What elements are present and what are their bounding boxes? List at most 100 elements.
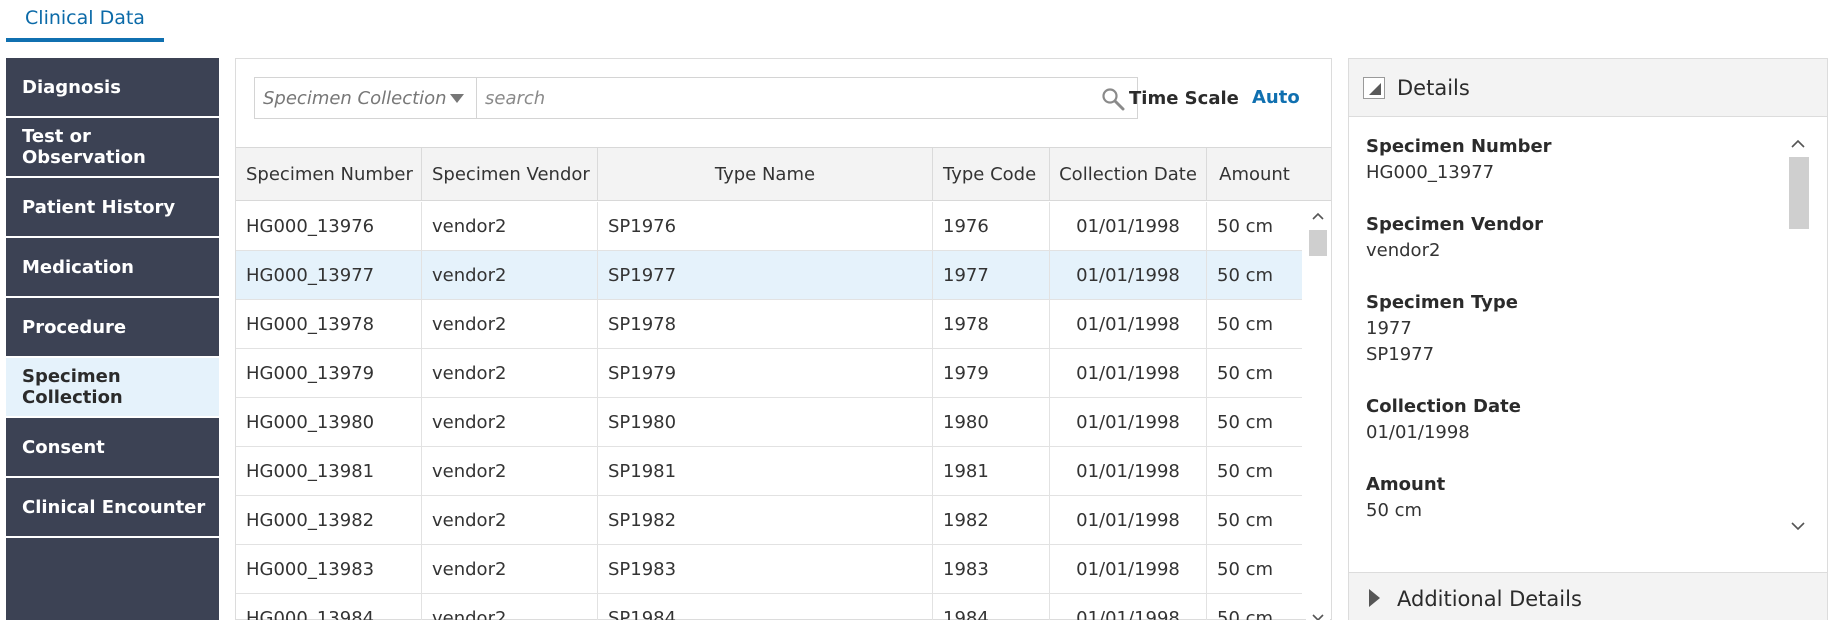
table-header: Specimen Number Specimen Vendor Type Nam…: [236, 148, 1331, 201]
cell-collection-date: 01/01/1998: [1050, 447, 1207, 495]
cell-collection-date: 01/01/1998: [1050, 251, 1207, 299]
detail-amount: Amount 50 cm: [1366, 472, 1445, 524]
sidebar-item-consent[interactable]: Consent: [6, 418, 219, 478]
detail-value: 1977: [1366, 318, 1412, 339]
cell-collection-date: 01/01/1998: [1050, 545, 1207, 593]
sidebar-item-procedure[interactable]: Procedure: [6, 298, 219, 358]
cell-type-name: SP1984: [598, 594, 933, 620]
cell-collection-date: 01/01/1998: [1050, 398, 1207, 446]
cell-type-name: SP1983: [598, 545, 933, 593]
details-scrollbar[interactable]: [1786, 131, 1810, 541]
time-scale-auto-link[interactable]: Auto: [1252, 87, 1300, 108]
table-row[interactable]: HG000_13981 vendor2 SP1981 1981 01/01/1998 50…: [236, 447, 1302, 496]
table-row[interactable]: HG000_13984 vendor2 SP1984 1984 01/01/1998 50…: [236, 594, 1302, 620]
cell-specimen-number: HG000_13984: [236, 594, 422, 620]
table-row[interactable]: HG000_13979 vendor2 SP1979 1979 01/01/1998 50…: [236, 349, 1302, 398]
cell-type-name: SP1981: [598, 447, 933, 495]
cell-amount: 50 cm: [1217, 411, 1274, 433]
time-scale-label: Time Scale: [1129, 88, 1239, 109]
cell-collection-date: 01/01/1998: [1050, 300, 1207, 348]
table-row[interactable]: HG000_13983 vendor2 SP1983 1983 01/01/1998 50…: [236, 545, 1302, 594]
column-header-collection-date[interactable]: Collection Date: [1050, 148, 1207, 200]
scroll-down-icon[interactable]: [1791, 522, 1805, 531]
scroll-up-icon[interactable]: [1791, 139, 1805, 148]
additional-details-section[interactable]: Additional Details: [1349, 572, 1827, 620]
detail-specimen-vendor: Specimen Vendor vendor2: [1366, 212, 1543, 264]
cell-specimen-number: HG000_13979: [236, 349, 422, 397]
detail-label: Collection Date: [1366, 396, 1521, 417]
collapse-icon[interactable]: [1363, 77, 1385, 99]
scroll-down-icon[interactable]: [1312, 614, 1324, 620]
sidebar-item-specimen-collection[interactable]: Specimen Collection: [6, 358, 219, 418]
cell-type-name: SP1979: [598, 349, 933, 397]
table-row[interactable]: HG000_13976 vendor2 SP1976 1976 01/01/1998 50…: [236, 202, 1302, 251]
table-body: HG000_13976 vendor2 SP1976 1976 01/01/1998 50…: [236, 202, 1302, 620]
detail-value: vendor2: [1366, 240, 1441, 261]
column-header-type-code[interactable]: Type Code: [933, 148, 1050, 200]
detail-label: Specimen Number: [1366, 136, 1552, 157]
search-placeholder: search: [485, 87, 546, 109]
cell-type-code: 1978: [933, 300, 1050, 348]
tab-clinical-data[interactable]: Clinical Data: [6, 0, 164, 42]
cell-specimen-vendor: vendor2: [422, 447, 598, 495]
sidebar-item-diagnosis[interactable]: Diagnosis: [6, 58, 219, 118]
details-panel: Details Specimen Number HG000_13977 Spec…: [1348, 58, 1828, 620]
cell-specimen-vendor: vendor2: [422, 545, 598, 593]
table-row[interactable]: HG000_13978 vendor2 SP1978 1978 01/01/1998 50…: [236, 300, 1302, 349]
scroll-up-icon[interactable]: [1312, 212, 1324, 220]
cell-type-code: 1976: [933, 202, 1050, 250]
column-header-type-name[interactable]: Type Name: [598, 148, 933, 200]
table-scrollbar[interactable]: [1306, 202, 1330, 620]
column-header-specimen-vendor[interactable]: Specimen Vendor: [422, 148, 598, 200]
expand-triangle-icon[interactable]: [1369, 589, 1380, 607]
detail-label: Specimen Type: [1366, 292, 1518, 313]
cell-collection-date: 01/01/1998: [1050, 594, 1207, 620]
detail-value: 01/01/1998: [1366, 422, 1470, 443]
cell-specimen-vendor: vendor2: [422, 496, 598, 544]
detail-collection-date: Collection Date 01/01/1998: [1366, 394, 1521, 446]
cell-specimen-vendor: vendor2: [422, 349, 598, 397]
cell-specimen-vendor: vendor2: [422, 398, 598, 446]
cell-type-name: SP1977: [598, 251, 933, 299]
cell-amount: 50 cm: [1217, 509, 1274, 531]
cell-specimen-number: HG000_13977: [236, 251, 422, 299]
cell-type-name: SP1978: [598, 300, 933, 348]
table-row[interactable]: HG000_13980 vendor2 SP1980 1980 01/01/1998 50…: [236, 398, 1302, 447]
cell-type-code: 1979: [933, 349, 1050, 397]
additional-details-label: Additional Details: [1397, 587, 1582, 611]
cell-specimen-vendor: vendor2: [422, 202, 598, 250]
cell-type-code: 1982: [933, 496, 1050, 544]
details-header: Details: [1349, 59, 1827, 117]
sidebar-item-clinical-encounter[interactable]: Clinical Encounter: [6, 478, 219, 538]
detail-label: Specimen Vendor: [1366, 214, 1544, 235]
table-row[interactable]: HG000_13977 vendor2 SP1977 1977 01/01/1998 50…: [236, 251, 1302, 300]
top-tab-bar: Clinical Data: [0, 0, 1834, 46]
chevron-down-icon: [450, 94, 464, 103]
table-row[interactable]: HG000_13982 vendor2 SP1982 1982 01/01/1998 50…: [236, 496, 1302, 545]
sidebar-item-medication[interactable]: Medication: [6, 238, 219, 298]
search-icon[interactable]: [1101, 87, 1125, 111]
sidebar-item-patient-history[interactable]: Patient History: [6, 178, 219, 238]
cell-amount: 50 cm: [1217, 607, 1274, 620]
cell-specimen-number: HG000_13982: [236, 496, 422, 544]
detail-label: Amount: [1366, 474, 1446, 495]
search-input[interactable]: search: [477, 78, 1137, 118]
detail-value: SP1977: [1366, 344, 1435, 365]
cell-specimen-number: HG000_13981: [236, 447, 422, 495]
cell-type-name: SP1982: [598, 496, 933, 544]
category-select-value: Specimen Collection: [263, 87, 447, 109]
scroll-thumb[interactable]: [1309, 230, 1327, 256]
specimen-list-panel: Specimen Collection search Time Scale Au…: [235, 58, 1332, 620]
category-select[interactable]: Specimen Collection: [255, 78, 477, 118]
cell-collection-date: 01/01/1998: [1050, 349, 1207, 397]
cell-type-code: 1983: [933, 545, 1050, 593]
scroll-thumb[interactable]: [1789, 157, 1809, 229]
column-header-amount[interactable]: Amount: [1207, 148, 1302, 200]
column-header-specimen-number[interactable]: Specimen Number: [236, 148, 422, 200]
cell-specimen-vendor: vendor2: [422, 251, 598, 299]
cell-specimen-number: HG000_13980: [236, 398, 422, 446]
detail-value: 50 cm: [1366, 500, 1423, 521]
sidebar-item-test-or-observation[interactable]: Test or Observation: [6, 118, 219, 178]
cell-amount: 50 cm: [1217, 215, 1274, 237]
cell-amount: 50 cm: [1217, 313, 1274, 335]
